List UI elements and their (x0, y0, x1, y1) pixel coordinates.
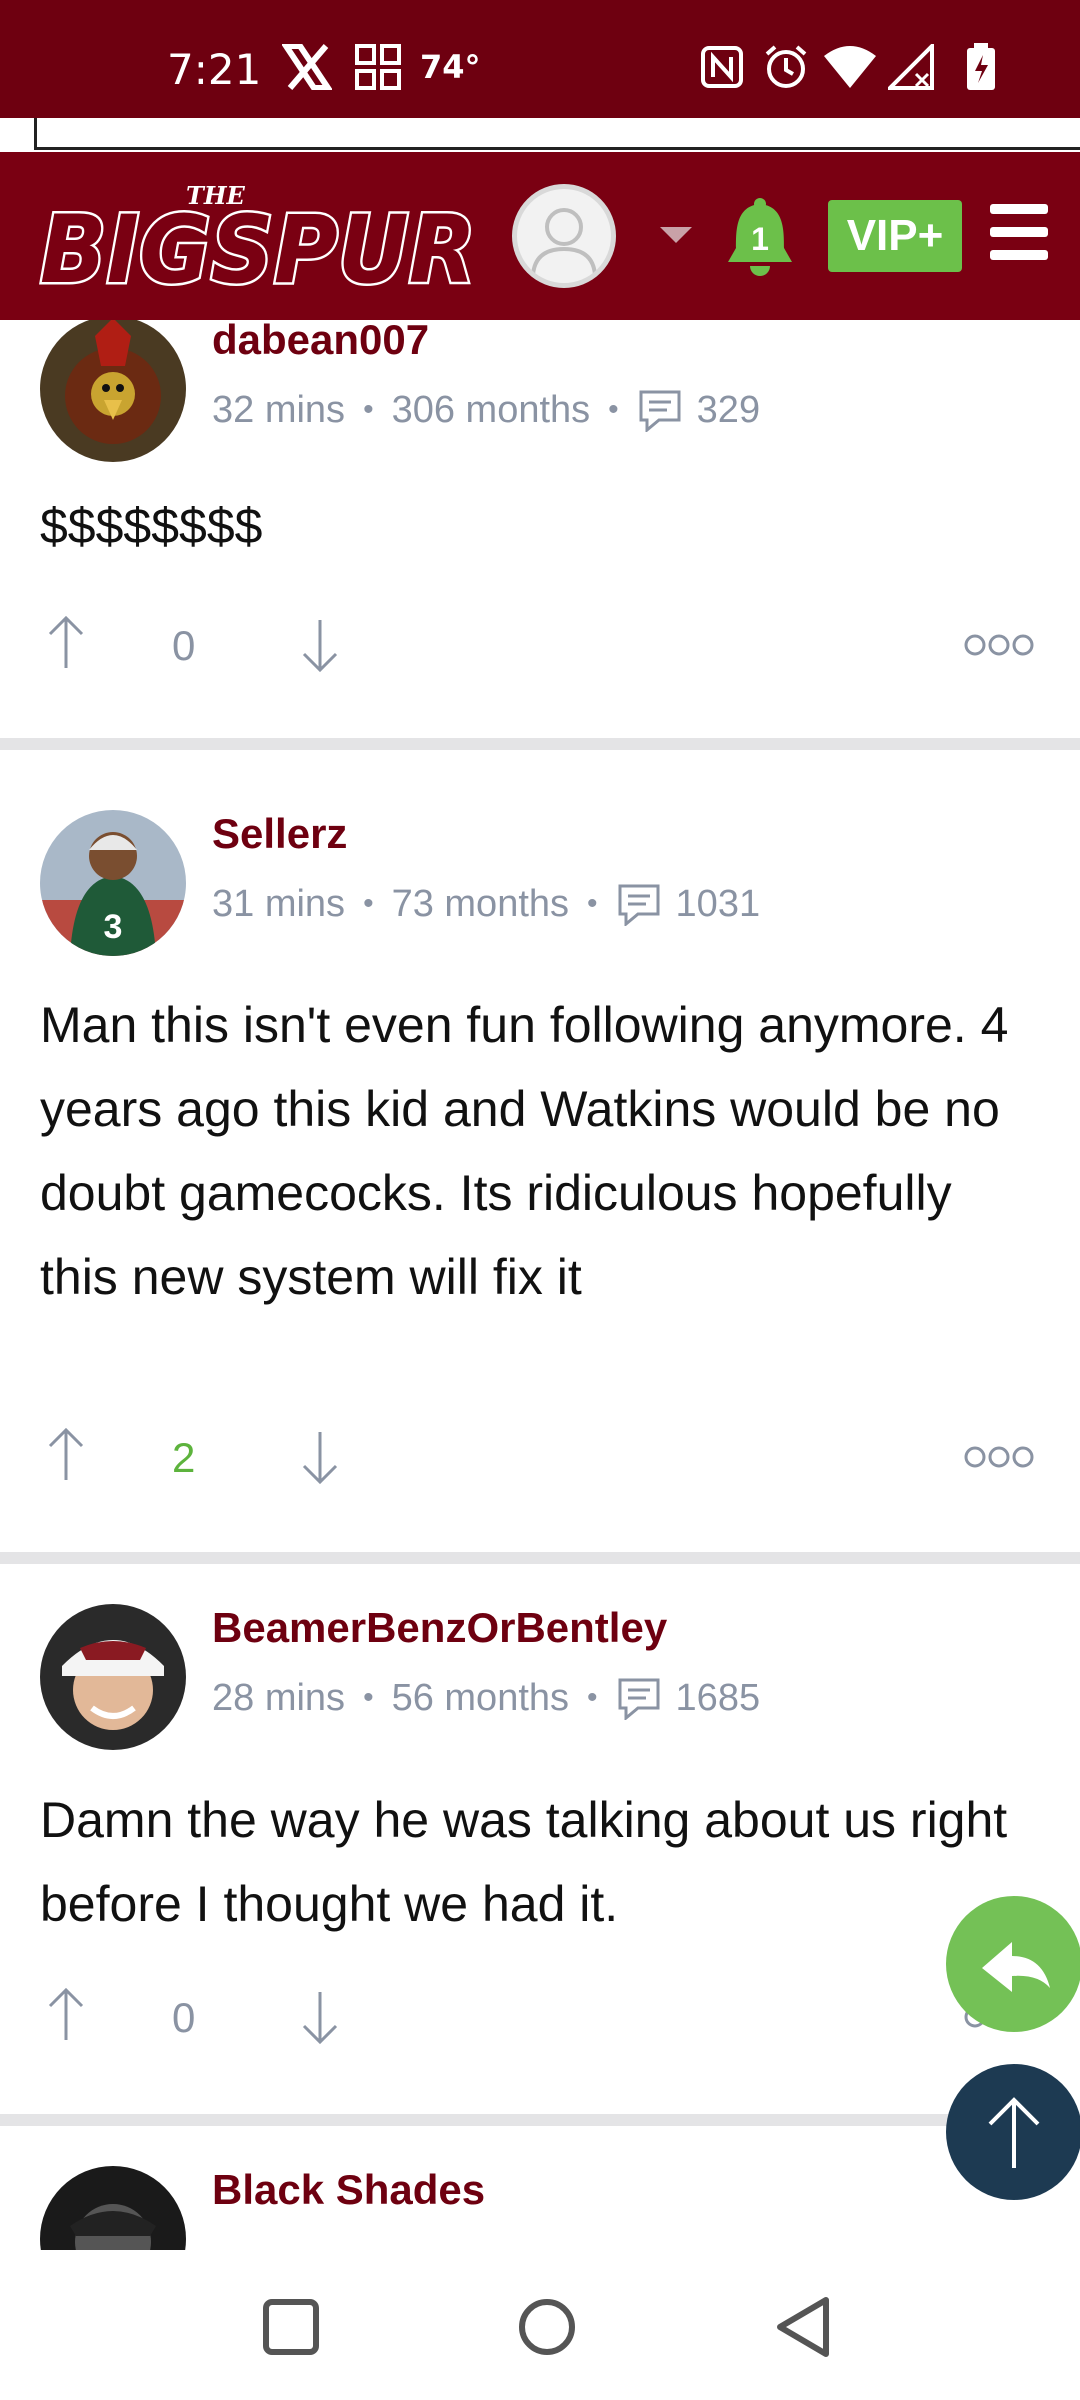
comment-item: Black Shades (0, 2126, 1080, 2250)
user-avatar[interactable] (512, 184, 616, 288)
status-bar: 7:21 74° (0, 0, 1080, 118)
upvote-arrow-icon[interactable] (46, 614, 86, 670)
x-app-icon (282, 40, 332, 94)
scroll-to-top-button[interactable] (946, 2064, 1080, 2200)
message-count-icon (639, 390, 681, 432)
reply-icon (982, 1942, 1050, 1992)
downvote-arrow-icon[interactable] (300, 618, 340, 674)
arrow-up-icon (988, 2097, 1040, 2168)
member-duration: 56 months (391, 1676, 570, 1719)
home-button[interactable] (512, 2292, 582, 2362)
svg-text:BIGSPUR: BIGSPUR (40, 196, 476, 302)
site-header: THE BIGSPUR 1 VIP+ (0, 152, 1080, 320)
member-duration: 73 months (391, 882, 570, 925)
post-count: 1031 (675, 882, 761, 925)
commenter-avatar[interactable] (40, 1604, 186, 1750)
svg-text:1: 1 (751, 221, 769, 257)
comment-divider (0, 2114, 1080, 2126)
comment-time: 32 mins (212, 388, 346, 431)
comment-meta: 28 mins • 56 months • 1685 (212, 1676, 761, 1720)
comment-time: 31 mins (212, 882, 346, 925)
comment-username[interactable]: BeamerBenzOrBentley (212, 1604, 667, 1652)
notifications-bell-icon[interactable]: 1 (724, 196, 796, 280)
post-count: 1685 (675, 1676, 761, 1719)
comment-meta: 32 mins • 306 months • 329 (212, 388, 761, 432)
upvote-arrow-icon[interactable] (46, 1426, 86, 1482)
member-duration: 306 months (391, 388, 591, 431)
grid-app-icon (355, 40, 401, 94)
nfc-icon (700, 40, 744, 94)
comment-username[interactable]: Black Shades (212, 2166, 485, 2214)
message-count-icon (618, 884, 660, 926)
comment-divider (0, 1552, 1080, 1564)
more-options-icon[interactable] (964, 1444, 1034, 1470)
reply-button[interactable] (946, 1896, 1080, 2032)
commenter-avatar[interactable] (40, 2166, 186, 2250)
recents-button[interactable] (256, 2292, 326, 2362)
wifi-icon (822, 40, 878, 94)
upvote-arrow-icon[interactable] (46, 1986, 86, 2042)
comment-meta: 31 mins • 73 months • 1031 (212, 882, 761, 926)
back-button[interactable] (768, 2292, 838, 2362)
site-logo[interactable]: THE BIGSPUR (36, 172, 479, 308)
post-count: 329 (696, 388, 761, 431)
weather-temp: 74° (420, 48, 481, 86)
comment-body: Damn the way he was talking about us rig… (40, 1792, 1008, 1932)
comments-list: dabean007 32 mins • 306 months • 329 $$$… (0, 320, 1080, 2250)
commenter-avatar[interactable]: 3 (40, 810, 186, 956)
vote-count: 2 (172, 1434, 196, 1481)
comment-item: dabean007 32 mins • 306 months • 329 $$$… (0, 320, 1080, 732)
more-options-icon[interactable] (964, 632, 1034, 658)
vote-count: 0 (172, 622, 196, 669)
comment-divider (0, 738, 1080, 750)
downvote-arrow-icon[interactable] (300, 1990, 340, 2046)
signal-icon (888, 40, 936, 94)
user-menu-caret-icon[interactable] (660, 227, 692, 243)
vote-count: 0 (172, 1994, 196, 2041)
comment-body: Man this isn't even fun following anymor… (40, 997, 1009, 1305)
comment-username[interactable]: dabean007 (212, 320, 429, 364)
svg-text:3: 3 (104, 908, 123, 946)
commenter-avatar[interactable] (40, 320, 186, 462)
comment-item: BeamerBenzOrBentley 28 mins • 56 months … (0, 1564, 1080, 2124)
comment-time: 28 mins (212, 1676, 346, 1719)
system-nav-bar (0, 2250, 1080, 2400)
alarm-icon (762, 40, 810, 94)
status-time: 7:21 (167, 45, 262, 94)
message-count-icon (618, 1678, 660, 1720)
comment-username[interactable]: Sellerz (212, 810, 347, 858)
vip-button[interactable]: VIP+ (828, 200, 962, 272)
downvote-arrow-icon[interactable] (300, 1430, 340, 1486)
battery-charging-icon (965, 40, 997, 94)
menu-hamburger-icon[interactable] (990, 204, 1048, 260)
browser-url-strip (0, 118, 1080, 152)
comment-body: $$$$$$$$ (40, 498, 263, 554)
comment-item: 3 Sellerz 31 mins • 73 months • 1031 Man… (0, 750, 1080, 1550)
